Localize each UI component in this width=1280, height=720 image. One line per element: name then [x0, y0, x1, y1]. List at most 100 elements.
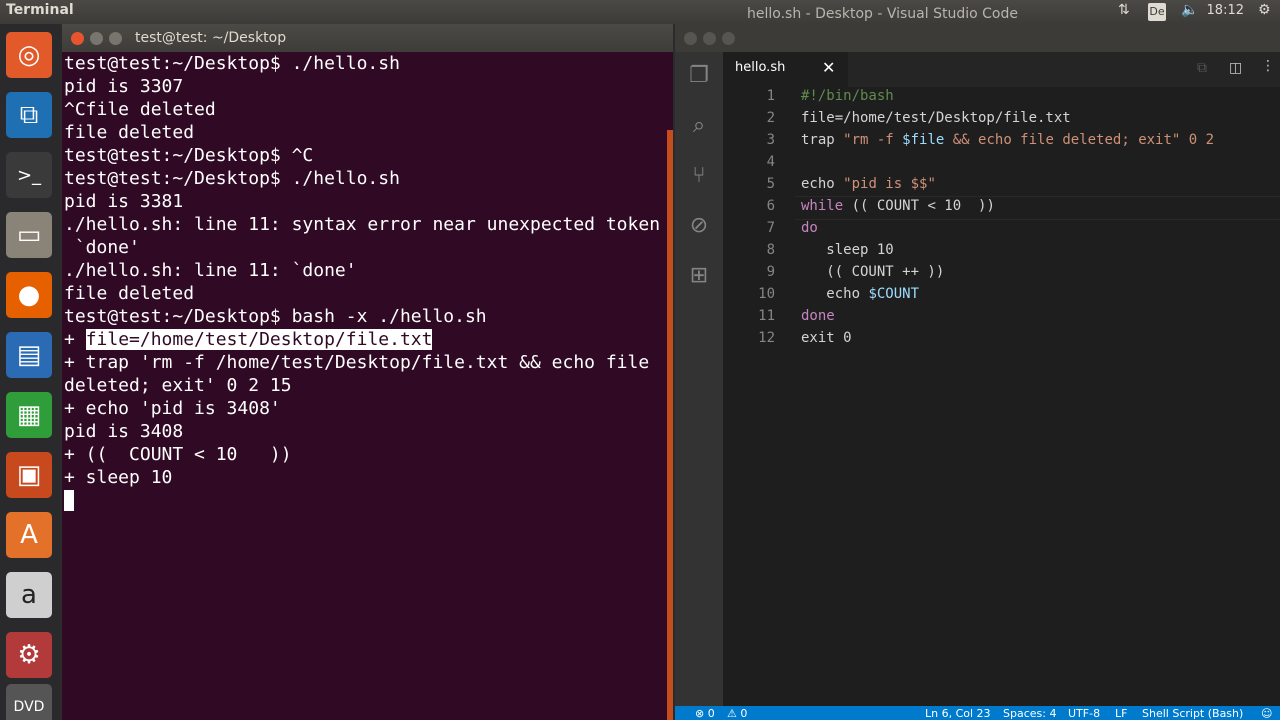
terminal-line: test@test:~/Desktop$ ./hello.sh	[64, 53, 400, 74]
code-line: #!/bin/bash	[801, 88, 894, 104]
terminal-line: ./hello.sh: line 11: `done'	[64, 260, 357, 281]
code-line: (( COUNT ++ ))	[801, 264, 945, 280]
minimize-icon[interactable]	[90, 32, 103, 45]
terminal-line: ./hello.sh: line 11: syntax error near u…	[64, 214, 661, 235]
errors-count[interactable]: ⊗ 0	[695, 707, 715, 720]
code-token: echo	[801, 176, 844, 192]
calc-launcher-icon[interactable]: ▦	[6, 392, 52, 438]
extensions-icon[interactable]: ⊞	[687, 264, 711, 288]
terminal-line: file deleted	[64, 122, 195, 143]
line-number: 9	[766, 264, 775, 280]
split-editor-icon[interactable]: ⧉	[1197, 60, 1207, 76]
search-icon[interactable]: ⌕	[687, 114, 711, 138]
amazon-launcher-icon[interactable]: a	[6, 572, 52, 618]
indentation[interactable]: Spaces: 4	[1003, 707, 1056, 720]
cursor-position[interactable]: Ln 6, Col 23	[925, 707, 991, 720]
line-number: 5	[766, 176, 775, 192]
terminal-line: pid is 3408	[64, 421, 184, 442]
terminal-line: test@test:~/Desktop$ bash -x ./hello.sh	[64, 306, 487, 327]
debug-icon[interactable]: ⊘	[687, 214, 711, 238]
encoding[interactable]: UTF-8	[1068, 707, 1100, 720]
firefox-launcher-icon[interactable]: ●	[6, 272, 52, 318]
source-control-icon[interactable]: ⑂	[687, 164, 711, 188]
code-line: echo "pid is $$"	[801, 176, 936, 192]
vscode-title: hello.sh - Desktop - Visual Studio Code	[747, 6, 1018, 22]
code-line: trap "rm -f $file && echo file deleted; …	[801, 132, 1214, 148]
keyboard-layout-indicator[interactable]: De	[1148, 3, 1166, 21]
launcher: ◎ ⧉ >_ ▭ ● ▤ ▦ ▣ A a ⚙ DVD	[0, 24, 60, 720]
line-number: 12	[758, 330, 775, 346]
files-launcher-icon[interactable]: ▭	[6, 212, 52, 258]
line-ending[interactable]: LF	[1115, 707, 1127, 720]
line-number: 7	[766, 220, 775, 236]
line-number: 6	[766, 198, 775, 214]
volume-icon[interactable]: 🔈	[1181, 2, 1198, 18]
code-token: "rm -f	[843, 132, 903, 148]
layout-icon[interactable]: ◫	[1229, 60, 1242, 76]
top-panel: Terminal ⇅ De 🔈 18:12 ⚙	[0, 0, 1280, 24]
terminal-titlebar[interactable]: test@test: ~/Desktop	[62, 24, 673, 52]
dvd-icon[interactable]: DVD	[6, 684, 52, 720]
vscode-titlebar[interactable]	[675, 24, 1280, 52]
close-icon[interactable]: ✕	[822, 58, 835, 77]
terminal-line: pid is 3307	[64, 76, 184, 97]
maximize-icon[interactable]	[722, 32, 735, 45]
more-actions-icon[interactable]: ⋮	[1261, 58, 1275, 74]
line-number: 8	[766, 242, 775, 258]
terminal-line: pid is 3381	[64, 191, 184, 212]
code-line: exit 0	[801, 330, 852, 346]
warnings-count[interactable]: ⚠ 0	[727, 707, 747, 720]
terminal-line: file deleted	[64, 283, 195, 304]
ubuntu-dash-icon[interactable]: ◎	[6, 32, 52, 78]
close-icon[interactable]	[71, 32, 84, 45]
terminal-line: + (( COUNT < 10 ))	[64, 444, 292, 465]
code-line: done	[801, 308, 835, 324]
terminal-scrollbar[interactable]	[667, 130, 673, 720]
code-token: $COUNT	[868, 286, 920, 302]
terminal-line: test@test:~/Desktop$ ./hello.sh	[64, 168, 400, 189]
impress-launcher-icon[interactable]: ▣	[6, 452, 52, 498]
line-number: 1	[766, 88, 775, 104]
code-token: while	[801, 198, 844, 214]
terminal-line: + sleep 10	[64, 467, 173, 488]
terminal-launcher-icon[interactable]: >_	[6, 152, 52, 198]
terminal-line: test@test:~/Desktop$ ^C	[64, 145, 314, 166]
trace-prefix: +	[64, 329, 86, 350]
line-number: 4	[766, 154, 775, 170]
terminal-line: ^Cfile deleted	[64, 99, 216, 120]
terminal-output[interactable]: test@test:~/Desktop$ ./hello.sh pid is 3…	[62, 52, 673, 720]
tab-label[interactable]: hello.sh	[735, 60, 785, 75]
code-line: while (( COUNT < 10 ))	[801, 198, 995, 214]
maximize-icon[interactable]	[109, 32, 122, 45]
code-token: "pid is $$"	[843, 176, 936, 192]
writer-launcher-icon[interactable]: ▤	[6, 332, 52, 378]
terminal-line-selected: + file=/home/test/Desktop/file.txt	[64, 328, 660, 351]
activity-bar: ❐ ⌕ ⑂ ⊘ ⊞	[675, 52, 723, 706]
code-line: do	[801, 220, 818, 236]
terminal-cursor	[64, 490, 74, 511]
app-title: Terminal	[6, 2, 74, 18]
explorer-icon[interactable]: ❐	[687, 64, 711, 88]
clock[interactable]: 18:12	[1207, 3, 1244, 18]
terminal-line: + echo 'pid is 3408'	[64, 398, 281, 419]
system-settings-icon[interactable]: ⚙	[6, 632, 52, 678]
code-line: file=/home/test/Desktop/file.txt	[801, 110, 1071, 126]
selected-text[interactable]: file=/home/test/Desktop/file.txt	[85, 329, 433, 350]
code-token: && echo file deleted; exit" 0 2	[944, 132, 1215, 148]
line-number: 3	[766, 132, 775, 148]
code-token: (( COUNT < 10 ))	[843, 198, 995, 214]
code-line: echo $COUNT	[801, 286, 919, 302]
line-number: 2	[766, 110, 775, 126]
minimize-icon[interactable]	[703, 32, 716, 45]
language-mode[interactable]: Shell Script (Bash)	[1142, 707, 1243, 720]
terminal-line: `done'	[64, 237, 140, 258]
software-center-icon[interactable]: A	[6, 512, 52, 558]
vscode-launcher-icon[interactable]: ⧉	[6, 92, 52, 138]
status-bar: ⊗ 0 ⚠ 0 Ln 6, Col 23 Spaces: 4 UTF-8 LF …	[675, 706, 1280, 720]
feedback-icon[interactable]: ☺	[1261, 707, 1272, 720]
close-icon[interactable]	[684, 32, 697, 45]
line-number: 10	[758, 286, 775, 302]
network-icon[interactable]: ⇅	[1118, 2, 1130, 18]
code-token: echo	[801, 286, 869, 302]
power-icon[interactable]: ⚙	[1258, 2, 1271, 18]
